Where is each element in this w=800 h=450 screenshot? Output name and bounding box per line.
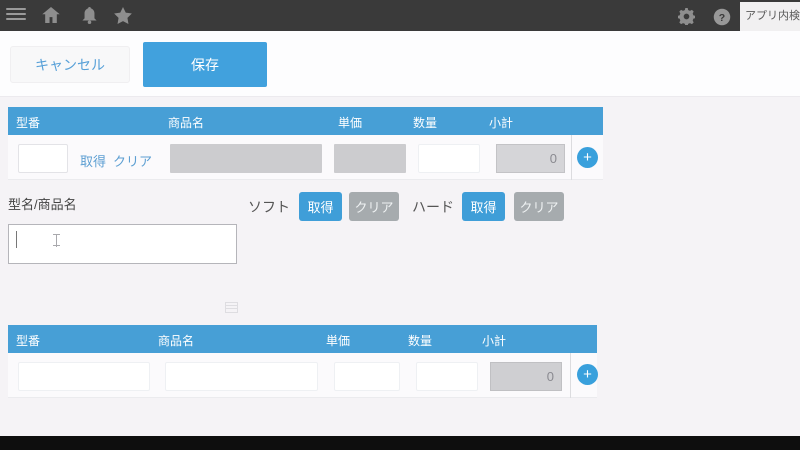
ibeam-cursor	[53, 234, 60, 246]
svg-text:?: ?	[719, 12, 725, 24]
help-icon[interactable]: ?	[713, 8, 731, 26]
table1-header-product: 商品名	[168, 114, 204, 131]
soft-clear-button[interactable]: クリア	[349, 192, 399, 221]
text-caret	[16, 231, 17, 248]
table2-product-input[interactable]	[165, 362, 318, 391]
star-icon[interactable]	[114, 7, 132, 24]
table-grip-icon	[225, 302, 238, 313]
table1-clear-link[interactable]: クリア	[113, 151, 152, 170]
lookup-label: 型名/商品名	[8, 194, 77, 213]
table2-row-divider	[570, 353, 571, 398]
table2-header-model: 型番	[16, 332, 40, 349]
table1-model-input[interactable]	[18, 144, 68, 173]
soft-get-button[interactable]: 取得	[299, 192, 342, 221]
table1-quantity-input[interactable]	[418, 144, 480, 173]
table1-header-unitprice: 単価	[338, 114, 362, 131]
table1-row-divider	[571, 135, 572, 180]
lookup-search-input[interactable]	[8, 224, 237, 264]
table2-header-quantity: 数量	[408, 332, 432, 349]
table2-add-row-button[interactable]: +	[577, 364, 598, 385]
record-toolbar: キャンセル 保存	[0, 31, 800, 97]
table2-quantity-input[interactable]	[416, 362, 478, 391]
app-search-text: アプリ内検	[745, 10, 800, 22]
table1-header-model: 型番	[16, 114, 40, 131]
table1-header-subtotal: 小計	[489, 114, 513, 131]
table1-add-row-button[interactable]: +	[577, 147, 598, 168]
table1-subtotal-field: 0	[496, 144, 565, 173]
table2-header-unitprice: 単価	[326, 332, 350, 349]
app-window: ? アプリ内検 キャンセル 保存 型番 商品名 単価 数量 小計 取得 クリア …	[0, 0, 800, 450]
table2-model-input[interactable]	[18, 362, 150, 391]
cancel-button[interactable]: キャンセル	[10, 46, 130, 83]
table2-header-product: 商品名	[158, 332, 194, 349]
save-button[interactable]: 保存	[143, 42, 267, 87]
table1-unitprice-field-disabled	[334, 144, 406, 173]
bottom-letterbox-bar	[0, 436, 800, 450]
bell-icon[interactable]	[82, 7, 97, 24]
hamburger-menu-icon[interactable]	[6, 8, 26, 24]
hard-get-button[interactable]: 取得	[462, 192, 505, 221]
table2-header: 型番 商品名 単価 数量 小計	[8, 325, 597, 353]
table1-header: 型番 商品名 単価 数量 小計	[8, 107, 603, 135]
hard-label: ハード	[412, 197, 454, 217]
gear-icon[interactable]	[678, 8, 695, 25]
table2-unitprice-input[interactable]	[334, 362, 400, 391]
app-search-box[interactable]: アプリ内検	[740, 2, 800, 31]
top-navigation-bar: ? アプリ内検	[0, 0, 800, 31]
table1-header-quantity: 数量	[413, 114, 437, 131]
table2-header-subtotal: 小計	[482, 332, 506, 349]
table2-subtotal-field: 0	[490, 362, 562, 391]
hard-clear-button[interactable]: クリア	[514, 192, 564, 221]
soft-label: ソフト	[248, 197, 290, 217]
table1-product-field-disabled	[170, 144, 322, 173]
table1-get-link[interactable]: 取得	[80, 151, 106, 170]
home-icon[interactable]	[42, 7, 60, 23]
